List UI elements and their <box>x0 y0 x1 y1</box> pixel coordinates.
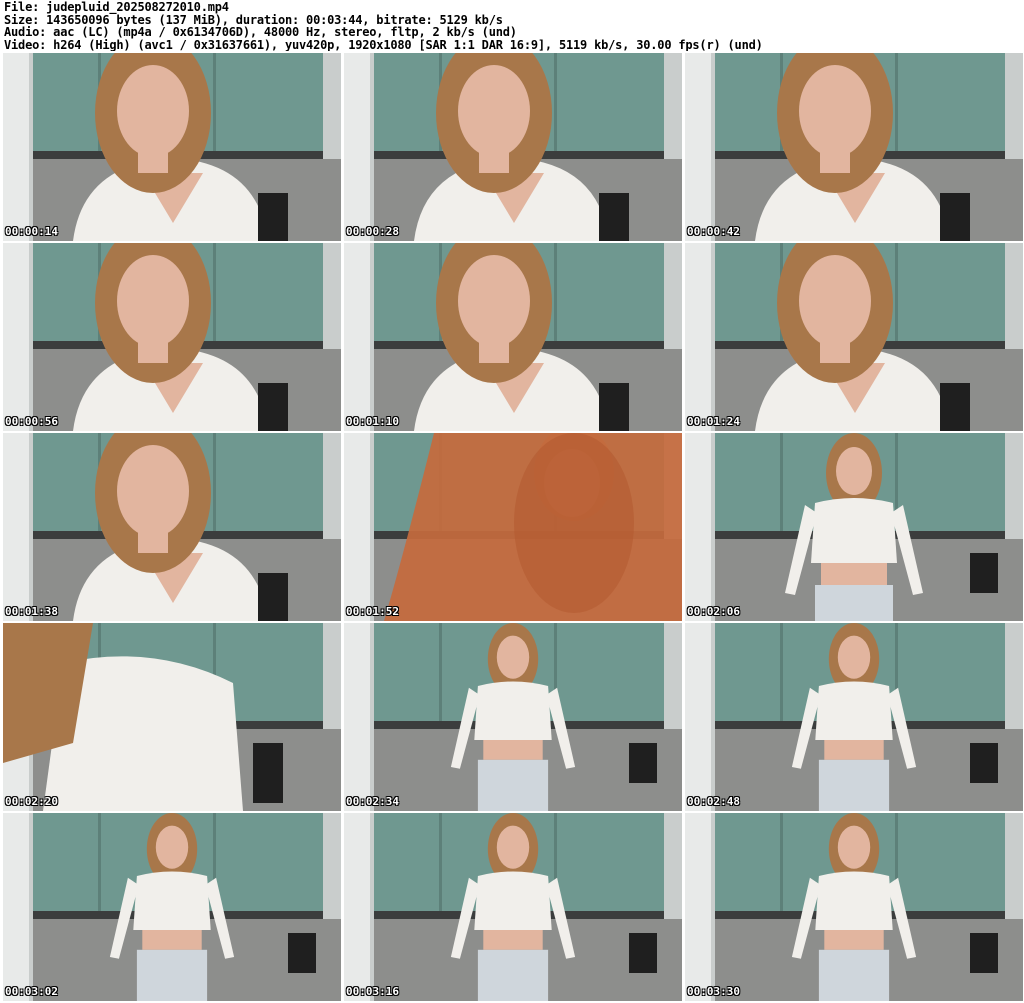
thumbnail-timestamp: 00:02:06 <box>687 605 740 618</box>
thumbnail-frame <box>3 623 341 811</box>
thumbnail-frame <box>685 433 1023 621</box>
video-thumbnail: 00:00:56 <box>3 243 341 431</box>
thumbnail-timestamp: 00:03:16 <box>346 985 399 998</box>
thumbnail-frame <box>3 243 341 431</box>
thumbnail-timestamp: 00:01:10 <box>346 415 399 428</box>
thumbnail-timestamp: 00:02:34 <box>346 795 399 808</box>
file-name-line: File: judepluid_202508272010.mp4 <box>4 1 229 14</box>
thumbnail-timestamp: 00:02:20 <box>5 795 58 808</box>
thumbnail-frame <box>344 243 682 431</box>
video-thumbnail: 00:03:16 <box>344 813 682 1001</box>
thumbnail-timestamp: 00:01:38 <box>5 605 58 618</box>
thumbnail-frame <box>685 813 1023 1001</box>
video-thumbnail: 00:01:38 <box>3 433 341 621</box>
thumbnail-timestamp: 00:00:56 <box>5 415 58 428</box>
video-thumbnail: 00:01:52 <box>344 433 682 621</box>
video-info-line: Video: h264 (High) (avc1 / 0x31637661), … <box>4 38 763 51</box>
thumbnail-timestamp: 00:00:14 <box>5 225 58 238</box>
audio-info-line: Audio: aac (LC) (mp4a / 0x6134706D), 480… <box>4 26 517 39</box>
thumbnail-timestamp: 00:01:24 <box>687 415 740 428</box>
thumbnail-timestamp: 00:02:48 <box>687 795 740 808</box>
thumbnail-timestamp: 00:03:30 <box>687 985 740 998</box>
thumbnail-frame <box>685 243 1023 431</box>
file-info-header: File: judepluid_202508272010.mp4 Size: 1… <box>4 1 1020 51</box>
video-thumbnail: 00:02:48 <box>685 623 1023 811</box>
thumbnail-frame <box>344 623 682 811</box>
video-thumbnail: 00:00:14 <box>3 53 341 241</box>
video-thumbnail: 00:01:24 <box>685 243 1023 431</box>
thumbnail-frame <box>685 623 1023 811</box>
thumbnail-grid: 00:00:14 00:00:28 00:00:42 00:00:56 00:0… <box>3 53 1023 1001</box>
video-thumbnail: 00:02:20 <box>3 623 341 811</box>
video-thumbnail: 00:02:06 <box>685 433 1023 621</box>
thumbnail-frame <box>3 53 341 241</box>
thumbnail-timestamp: 00:00:42 <box>687 225 740 238</box>
video-thumbnail: 00:03:30 <box>685 813 1023 1001</box>
video-thumbnail: 00:01:10 <box>344 243 682 431</box>
thumbnail-frame <box>685 53 1023 241</box>
file-size-line: Size: 143650096 bytes (137 MiB), duratio… <box>4 13 503 26</box>
video-thumbnail: 00:03:02 <box>3 813 341 1001</box>
video-thumbnail: 00:00:28 <box>344 53 682 241</box>
video-thumbnail: 00:00:42 <box>685 53 1023 241</box>
thumbnail-frame <box>344 813 682 1001</box>
thumbnail-timestamp: 00:03:02 <box>5 985 58 998</box>
thumbnail-frame <box>344 433 682 621</box>
thumbnail-frame <box>3 813 341 1001</box>
video-thumbnail: 00:02:34 <box>344 623 682 811</box>
thumbnail-timestamp: 00:00:28 <box>346 225 399 238</box>
thumbnail-timestamp: 00:01:52 <box>346 605 399 618</box>
thumbnail-frame <box>344 53 682 241</box>
thumbnail-frame <box>3 433 341 621</box>
